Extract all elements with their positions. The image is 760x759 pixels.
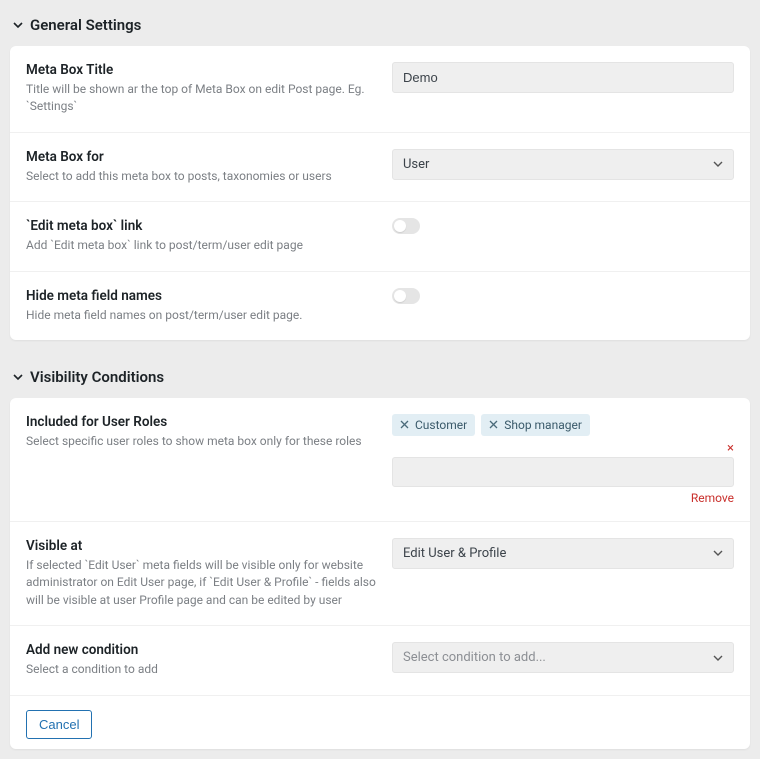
row-right: User — [392, 149, 734, 180]
toggle-edit-link[interactable] — [392, 218, 420, 234]
row-right — [392, 288, 734, 304]
cancel-button[interactable]: Cancel — [26, 710, 92, 739]
close-icon[interactable] — [400, 420, 409, 429]
chevron-down-icon — [713, 653, 723, 663]
label-edit-link: `Edit meta box` link — [26, 218, 376, 234]
desc-visible-at: If selected `Edit User` meta fields will… — [26, 557, 376, 609]
desc-hide-names: Hide meta field names on post/term/user … — [26, 307, 376, 324]
select-placeholder-add-condition: Select condition to add... — [403, 650, 546, 665]
row-hide-field-names: Hide meta field names Hide meta field na… — [10, 272, 750, 340]
row-left: Hide meta field names Hide meta field na… — [26, 288, 376, 324]
desc-add-condition: Select a condition to add — [26, 661, 376, 678]
panel-general: Meta Box Title Title will be shown ar th… — [10, 46, 750, 340]
row-meta-box-title: Meta Box Title Title will be shown ar th… — [10, 46, 750, 133]
row-left: Meta Box for Select to add this meta box… — [26, 149, 376, 185]
chevron-down-icon — [713, 548, 723, 558]
row-left: Add new condition Select a condition to … — [26, 642, 376, 678]
select-value-visible-at: Edit User & Profile — [403, 546, 506, 561]
label-visible-at: Visible at — [26, 538, 376, 554]
select-visible-at[interactable]: Edit User & Profile — [392, 538, 734, 569]
row-left: `Edit meta box` link Add `Edit meta box`… — [26, 218, 376, 254]
select-add-condition[interactable]: Select condition to add... — [392, 642, 734, 673]
tags-user-roles: Customer Shop manager — [392, 414, 734, 436]
desc-meta-box-for: Select to add this meta box to posts, ta… — [26, 168, 376, 185]
section-title-visibility: Visibility Conditions — [30, 368, 164, 386]
row-edit-meta-box-link: `Edit meta box` link Add `Edit meta box`… — [10, 202, 750, 271]
label-meta-box-for: Meta Box for — [26, 149, 376, 165]
row-left: Visible at If selected `Edit User` meta … — [26, 538, 376, 609]
tag-customer: Customer — [392, 414, 475, 436]
label-meta-box-title: Meta Box Title — [26, 62, 376, 78]
label-user-roles: Included for User Roles — [26, 414, 376, 430]
chevron-down-icon — [713, 159, 723, 169]
multiselect-user-roles[interactable] — [392, 457, 734, 487]
row-right — [392, 62, 734, 93]
row-add-condition: Add new condition Select a condition to … — [10, 626, 750, 695]
toggle-hide-names[interactable] — [392, 288, 420, 304]
remove-x-icon[interactable]: × — [392, 442, 734, 455]
label-hide-names: Hide meta field names — [26, 288, 376, 304]
desc-edit-link: Add `Edit meta box` link to post/term/us… — [26, 237, 376, 254]
tag-label: Customer — [415, 418, 467, 432]
row-right: Select condition to add... — [392, 642, 734, 673]
panel-visibility: Included for User Roles Select specific … — [10, 398, 750, 749]
close-icon[interactable] — [489, 420, 498, 429]
chevron-down-icon — [12, 19, 24, 31]
remove-link[interactable]: Remove — [392, 491, 734, 505]
section-title-general: General Settings — [30, 16, 141, 34]
row-left: Meta Box Title Title will be shown ar th… — [26, 62, 376, 116]
row-right: Customer Shop manager × Remove — [392, 414, 734, 505]
row-left: Included for User Roles Select specific … — [26, 414, 376, 450]
row-visible-at: Visible at If selected `Edit User` meta … — [10, 522, 750, 626]
select-meta-box-for[interactable]: User — [392, 149, 734, 180]
input-meta-box-title[interactable] — [392, 62, 734, 93]
row-right: Edit User & Profile — [392, 538, 734, 569]
row-right — [392, 218, 734, 234]
section-header-visibility[interactable]: Visibility Conditions — [10, 362, 750, 398]
chevron-down-icon — [12, 371, 24, 383]
label-add-condition: Add new condition — [26, 642, 376, 658]
row-user-roles: Included for User Roles Select specific … — [10, 398, 750, 522]
desc-meta-box-title: Title will be shown ar the top of Meta B… — [26, 81, 376, 116]
tag-shop-manager: Shop manager — [481, 414, 590, 436]
select-value-meta-box-for: User — [403, 157, 429, 172]
section-header-general[interactable]: General Settings — [10, 10, 750, 46]
tag-label: Shop manager — [504, 418, 582, 432]
desc-user-roles: Select specific user roles to show meta … — [26, 433, 376, 450]
row-meta-box-for: Meta Box for Select to add this meta box… — [10, 133, 750, 202]
